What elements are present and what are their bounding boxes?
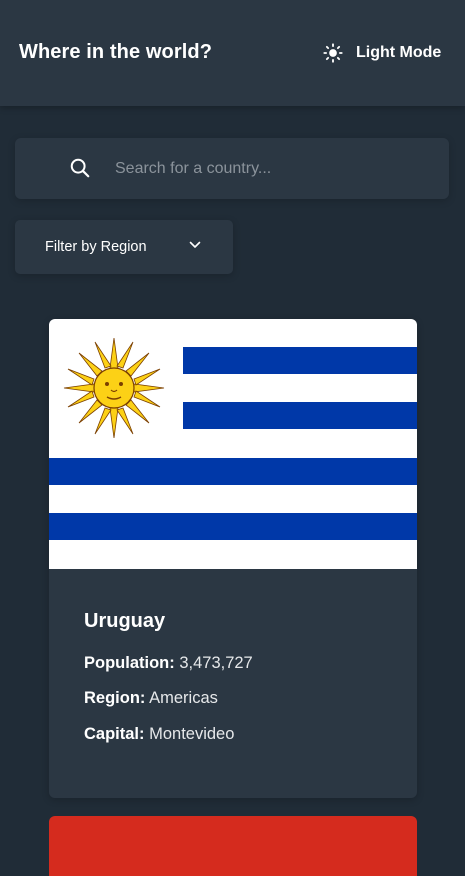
region-value: Americas (149, 689, 218, 707)
population-label: Population: (84, 654, 175, 672)
app-title: Where in the world? (19, 41, 213, 63)
uruguay-flag (49, 319, 417, 569)
country-name: Uruguay (84, 610, 166, 632)
next-country-card[interactable] (49, 816, 417, 876)
region-label: Region: (84, 689, 146, 707)
capital-value: Montevideo (149, 725, 235, 743)
theme-toggle-button[interactable]: Light Mode (322, 41, 441, 65)
population-value: 3,473,727 (179, 654, 253, 672)
chevron-down-icon (189, 241, 201, 248)
sun-icon (323, 43, 343, 63)
country-card[interactable]: Uruguay Population: 3,473,727 Region: Am… (49, 319, 417, 798)
search-input[interactable] (115, 138, 435, 199)
theme-toggle-label: Light Mode (356, 44, 442, 61)
population-row: Population: 3,473,727 (84, 654, 253, 673)
region-filter-label: Filter by Region (45, 239, 147, 255)
capital-row: Capital: Montevideo (84, 725, 234, 744)
sun-of-may-emblem (63, 337, 165, 439)
search-box (15, 138, 449, 199)
region-row: Region: Americas (84, 689, 218, 708)
search-icon (70, 158, 90, 178)
capital-label: Capital: (84, 725, 145, 743)
app-header: Where in the world? Light Mode (0, 0, 465, 106)
region-filter-dropdown[interactable]: Filter by Region (15, 220, 233, 274)
